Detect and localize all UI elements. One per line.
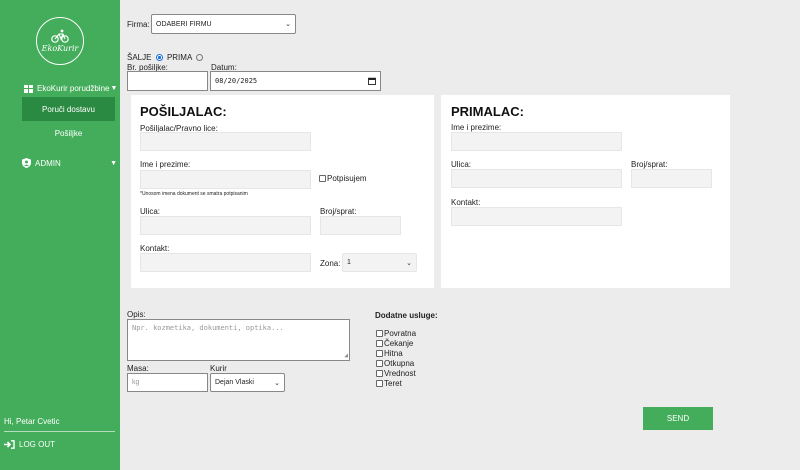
dashboard-icon	[24, 84, 33, 93]
usluga-teret[interactable]: Teret	[376, 379, 402, 388]
caret-down-icon: ▼	[110, 85, 118, 92]
direction-group: ŠALJE PRIMA	[127, 53, 205, 62]
zona-label: Zona:	[320, 259, 341, 268]
chevron-down-icon: ⌄	[274, 379, 280, 387]
usluga-checkbox[interactable]	[376, 380, 383, 387]
primalac-title: PRIMALAC:	[451, 104, 524, 119]
pravno-lice-input[interactable]	[140, 132, 311, 151]
posiljalac-kontakt-label: Kontakt:	[140, 244, 170, 253]
potpisujem-checkbox-row[interactable]: Potpisujem	[319, 174, 367, 183]
datum-input[interactable]: 08/20/2025	[210, 71, 381, 91]
usluga-checkbox[interactable]	[376, 360, 383, 367]
primalac-ulica-label: Ulica:	[451, 160, 472, 169]
kurir-select[interactable]: Dejan Vlaski ⌄	[210, 373, 285, 392]
posiljalac-ime-input[interactable]	[140, 170, 311, 189]
firma-select[interactable]: ODABERI FIRMU ⌄	[151, 14, 296, 34]
primalac-kontakt-input[interactable]	[451, 207, 622, 226]
chevron-down-icon: ⌄	[406, 259, 412, 267]
nav-porudzbine-label: EkoKurir porudžbine	[37, 84, 110, 93]
posiljalac-broj-input[interactable]	[320, 216, 401, 235]
sidebar: EkoKurir EkoKurir porudžbine ▼ Poruči do…	[0, 0, 120, 470]
primalac-broj-input[interactable]	[631, 169, 712, 188]
masa-placeholder: kg	[132, 379, 140, 386]
sidebar-item-poruci-dostavu[interactable]: Poruči dostavu	[22, 97, 115, 121]
datum-value: 08/20/2025	[215, 77, 258, 85]
sidebar-divider	[4, 431, 115, 432]
usluga-checkbox[interactable]	[376, 330, 383, 337]
masa-label: Masa:	[127, 364, 149, 373]
resize-grip-icon[interactable]: ◢	[344, 353, 348, 359]
usluge-title: Dodatne usluge:	[375, 311, 438, 320]
masa-input[interactable]: kg	[127, 373, 208, 392]
usluga-vrednost[interactable]: Vrednost	[376, 369, 416, 378]
nav-porudzbine-menu[interactable]: EkoKurir porudžbine ▼	[24, 84, 118, 93]
user-shield-icon	[22, 158, 31, 168]
firma-value: ODABERI FIRMU	[156, 20, 212, 28]
sidebar-item-label: Pošiljke	[54, 128, 83, 138]
ekokurir-logo: EkoKurir	[36, 17, 84, 65]
primalac-ime-input[interactable]	[451, 132, 622, 151]
logout-icon	[4, 440, 15, 449]
nav-admin-menu[interactable]: ADMIN ▼	[22, 158, 117, 168]
zona-select[interactable]: 1 ⌄	[342, 253, 417, 272]
nav-admin-label: ADMIN	[35, 158, 61, 168]
posiljalac-ulica-input[interactable]	[140, 216, 311, 235]
potpisujem-checkbox[interactable]	[319, 175, 326, 182]
prima-radio[interactable]	[196, 54, 204, 61]
firma-label: Firma:	[127, 20, 150, 29]
usluga-checkbox[interactable]	[376, 350, 383, 357]
opis-textarea[interactable]: Npr. kozmetika, dokumenti, optika... ◢	[127, 319, 350, 361]
signature-note: *Unosom imena dokument se smatra potpisa…	[140, 191, 248, 197]
primalac-ime-label: Ime i prezime:	[451, 123, 502, 132]
caret-down-icon: ▼	[110, 159, 117, 167]
salje-radio[interactable]	[155, 54, 163, 61]
usluga-povratna[interactable]: Povratna	[376, 329, 416, 338]
posiljalac-title: POŠILJALAC:	[140, 104, 227, 119]
logout-button[interactable]: LOG OUT	[4, 440, 55, 449]
opis-label: Opis:	[127, 310, 146, 319]
usluga-checkbox[interactable]	[376, 370, 383, 377]
send-label: SEND	[666, 414, 690, 423]
logout-label: LOG OUT	[19, 440, 56, 449]
user-greeting: Hi, Petar Cvetic	[4, 417, 60, 426]
potpisujem-label: Potpisujem	[327, 174, 367, 183]
primalac-ulica-input[interactable]	[451, 169, 622, 188]
primalac-broj-label: Broj/sprat:	[631, 160, 668, 169]
posiljalac-ime-label: Ime i prezime:	[140, 160, 191, 169]
usluga-otkupna[interactable]: Otkupna	[376, 359, 414, 368]
calendar-icon[interactable]	[368, 77, 376, 85]
salje-label: ŠALJE	[127, 53, 152, 62]
posiljalac-broj-label: Broj/sprat:	[320, 207, 357, 216]
usluga-cekanje[interactable]: Čekanje	[376, 339, 413, 348]
sidebar-item-posiljke[interactable]: Pošiljke	[22, 124, 115, 142]
prima-label: PRIMA	[166, 53, 192, 62]
logo-text: EkoKurir	[41, 44, 79, 53]
posiljalac-ulica-label: Ulica:	[140, 207, 161, 216]
kurir-label: Kurir	[210, 364, 227, 373]
zona-value: 1	[347, 259, 351, 266]
usluga-hitna[interactable]: Hitna	[376, 349, 403, 358]
send-button[interactable]: SEND	[643, 407, 713, 430]
br-posiljke-input[interactable]	[127, 71, 208, 91]
sidebar-item-label: Poruči dostavu	[42, 104, 95, 114]
opis-placeholder: Npr. kozmetika, dokumenti, optika...	[132, 324, 284, 332]
chevron-down-icon: ⌄	[285, 21, 291, 28]
usluga-checkbox[interactable]	[376, 340, 383, 347]
cyclist-icon	[51, 29, 69, 43]
posiljalac-kontakt-input[interactable]	[140, 253, 311, 272]
primalac-kontakt-label: Kontakt:	[451, 198, 481, 207]
kurir-value: Dejan Vlaski	[215, 379, 254, 386]
